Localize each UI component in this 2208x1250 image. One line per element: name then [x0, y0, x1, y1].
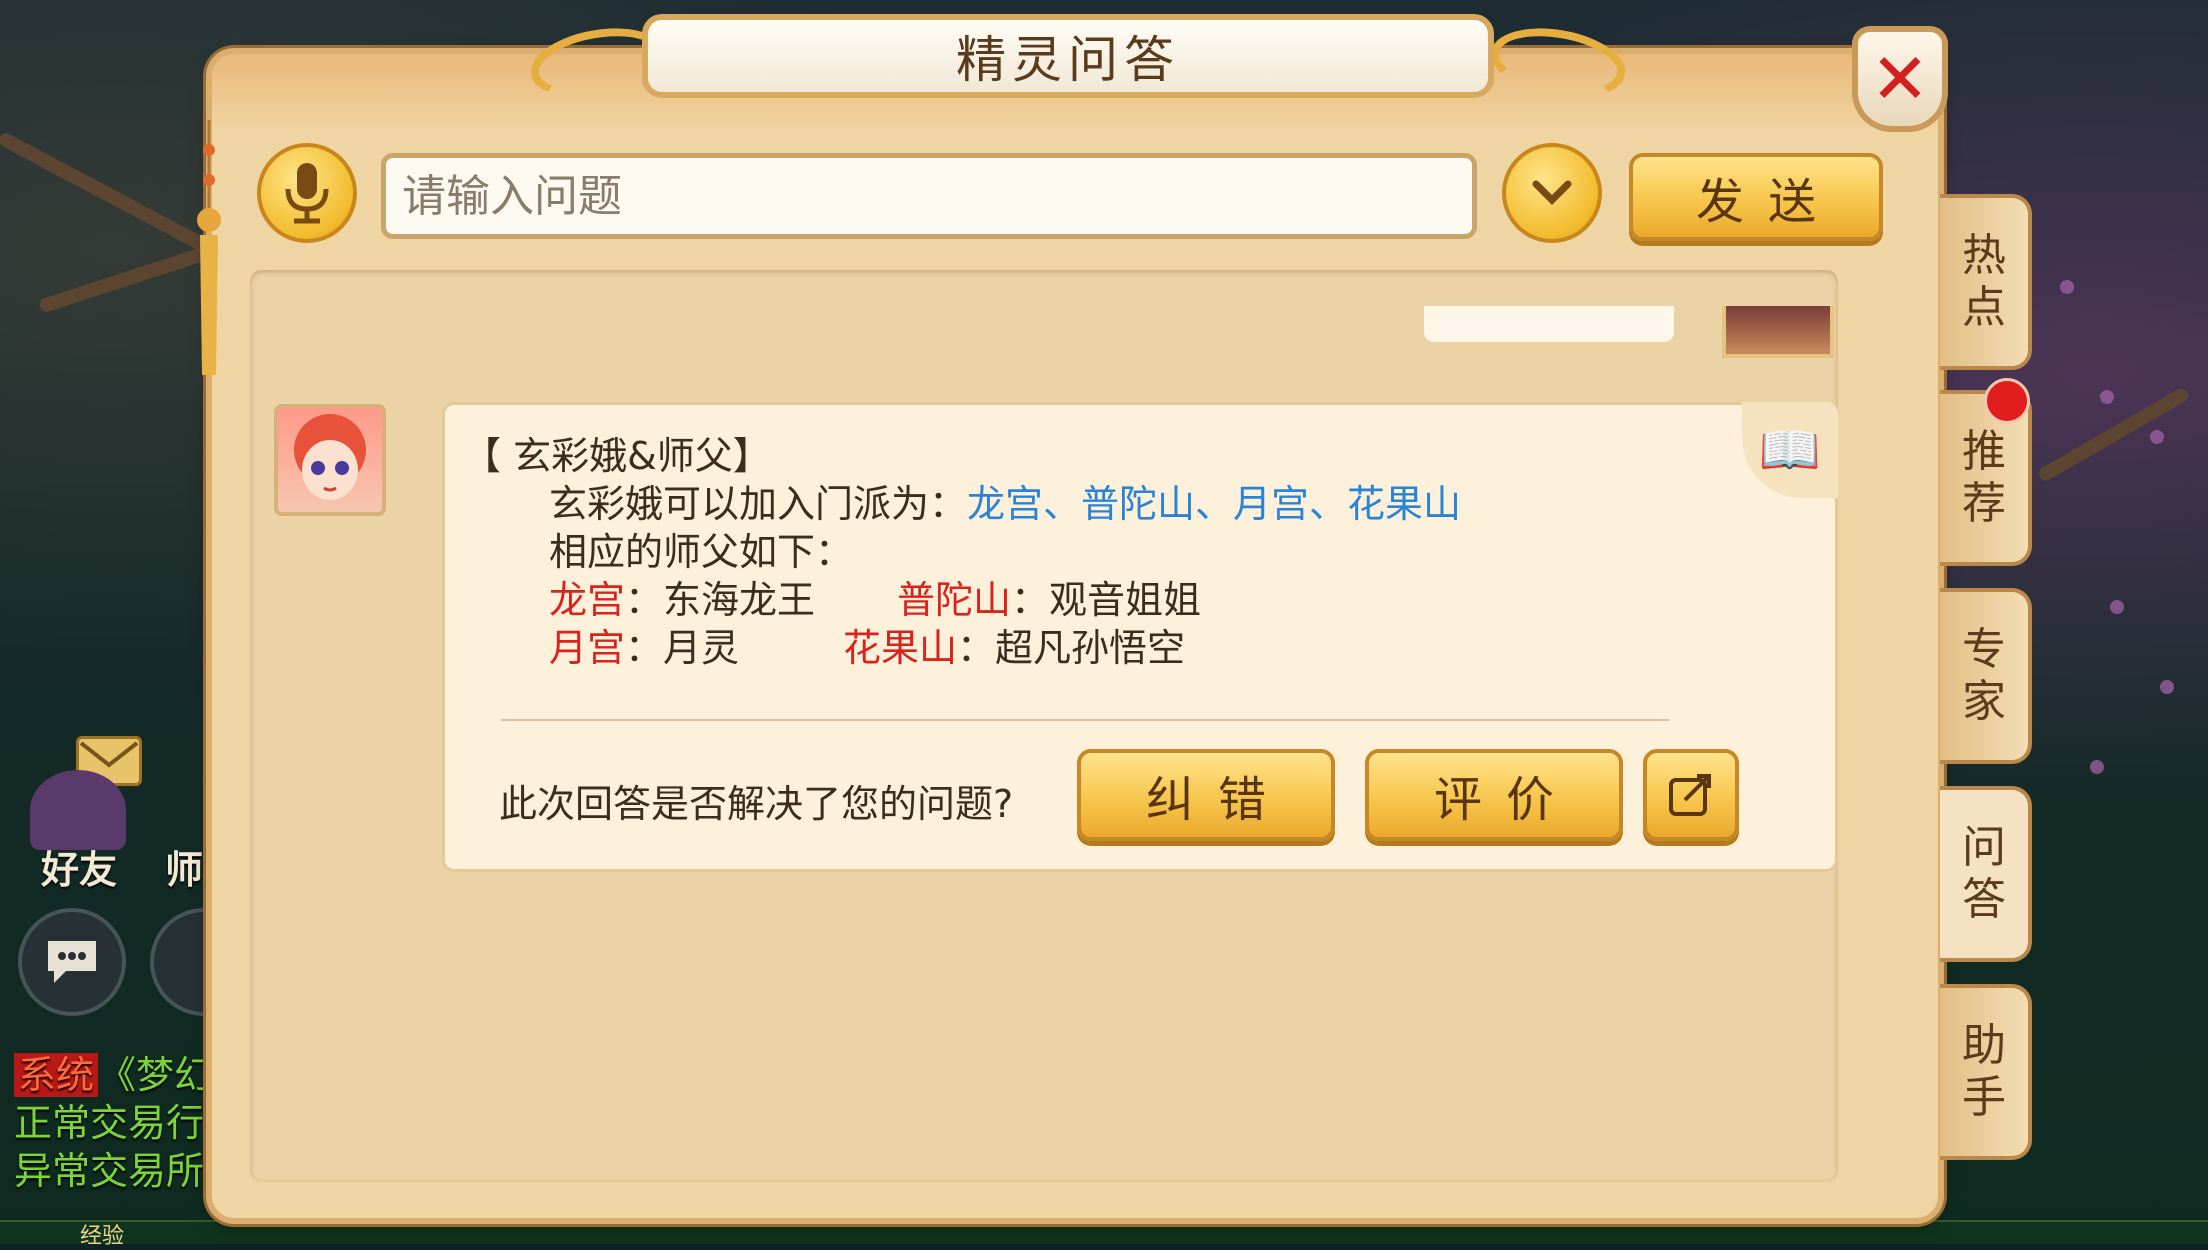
master-entry: 普陀山：观音姐姐: [897, 569, 1201, 624]
chevron-down-icon: [1532, 180, 1572, 205]
correct-error-label: 纠错: [1145, 772, 1290, 828]
friends-label: 好友: [40, 847, 117, 892]
send-label: 发送: [1695, 174, 1840, 230]
user-avatar: [1722, 306, 1834, 358]
chat-channel-tag: 系统: [14, 1053, 99, 1097]
feedback-question: 此次回答是否解决了您的问题?: [499, 782, 1014, 826]
blossom: [2150, 430, 2164, 444]
school-name[interactable]: 月宫: [549, 626, 625, 670]
master-entry: 月宫：月灵: [549, 617, 739, 672]
tab-recommend-label: 推荐: [1962, 426, 2006, 529]
notification-dot: [1984, 378, 2030, 424]
microphone-icon: [285, 163, 329, 224]
tab-qa-label: 问答: [1962, 822, 2006, 925]
tab-expert-label: 专家: [1962, 624, 2006, 727]
answer-line-masters-intro: 相应的师父如下：: [549, 530, 854, 574]
exp-label: 经验: [80, 1224, 125, 1249]
master-name: 观音姐姐: [1049, 578, 1202, 622]
school-name[interactable]: 龙宫: [549, 578, 625, 622]
master-name: 月灵: [663, 626, 740, 670]
chat-line: 系统 《梦幻: [14, 1044, 212, 1099]
share-button[interactable]: [1643, 749, 1739, 841]
tab-hot-label: 热点: [1962, 230, 2006, 333]
separator: ：: [625, 626, 664, 670]
chat-line: 正常交易行: [14, 1101, 205, 1145]
correct-error-button[interactable]: 纠错: [1077, 749, 1335, 841]
close-button[interactable]: ✕: [1852, 26, 1948, 132]
chat-bubble-icon: [48, 941, 96, 983]
master-name: 超凡孙悟空: [995, 626, 1186, 670]
answer-card: 📖 【 玄彩娥&师父】 玄彩娥可以加入门派为：龙宫、普陀山、月宫、花果山 相应的…: [442, 402, 1838, 872]
tab-hot[interactable]: 热点: [1940, 194, 2032, 370]
tab-expert[interactable]: 专家: [1940, 588, 2032, 764]
master-button[interactable]: 师: [156, 770, 212, 892]
divider: [501, 719, 1669, 721]
send-button[interactable]: 发送: [1629, 153, 1883, 241]
tab-qa[interactable]: 问答: [1940, 786, 2032, 962]
chat-text: 《梦幻: [98, 1053, 213, 1097]
tassel-ornament: [197, 120, 221, 375]
chat-line: 异常交易所: [14, 1149, 205, 1193]
master-name: 东海龙王: [663, 578, 816, 622]
bot-avatar: [274, 404, 386, 516]
separator: ：: [957, 626, 996, 670]
tab-assistant[interactable]: 助手: [1940, 984, 2032, 1160]
voice-input-button[interactable]: [257, 143, 357, 243]
book-icon[interactable]: 📖: [1742, 402, 1838, 498]
close-icon: ✕: [1870, 38, 1930, 120]
blossom: [2090, 760, 2104, 774]
school-name[interactable]: 普陀山: [897, 578, 1011, 622]
schools-prefix: 玄彩娥可以加入门派为：: [549, 482, 968, 526]
tab-assistant-label: 助手: [1962, 1020, 2006, 1123]
separator: ：: [1011, 578, 1050, 622]
school-name[interactable]: 花果山: [843, 626, 957, 670]
answer-heading: 【 玄彩娥&师父】: [463, 434, 771, 478]
dialog-title: 精灵问答: [642, 14, 1494, 98]
blossom: [2110, 600, 2124, 614]
share-icon: [1669, 774, 1711, 816]
exp-bar: 经验: [0, 1220, 2208, 1249]
blossom: [2060, 280, 2074, 294]
rate-label: 评价: [1433, 772, 1578, 828]
blossom: [2100, 390, 2114, 404]
friends-button[interactable]: 好友: [14, 770, 144, 892]
user-message-bubble: [1424, 306, 1674, 342]
master-entry: 龙宫：东海龙王: [549, 569, 815, 624]
separator: ：: [625, 578, 664, 622]
answer-line-schools: 玄彩娥可以加入门派为：龙宫、普陀山、月宫、花果山: [549, 473, 1461, 528]
chat-button[interactable]: [18, 908, 126, 1016]
master-label: 师: [164, 847, 203, 892]
rate-button[interactable]: 评价: [1365, 749, 1623, 841]
schools-link[interactable]: 龙宫、普陀山、月宫、花果山: [967, 482, 1461, 526]
master-entry: 花果山：超凡孙悟空: [843, 617, 1185, 672]
history-dropdown-button[interactable]: [1502, 143, 1602, 243]
question-input[interactable]: [381, 153, 1477, 239]
blossom: [2160, 680, 2174, 694]
